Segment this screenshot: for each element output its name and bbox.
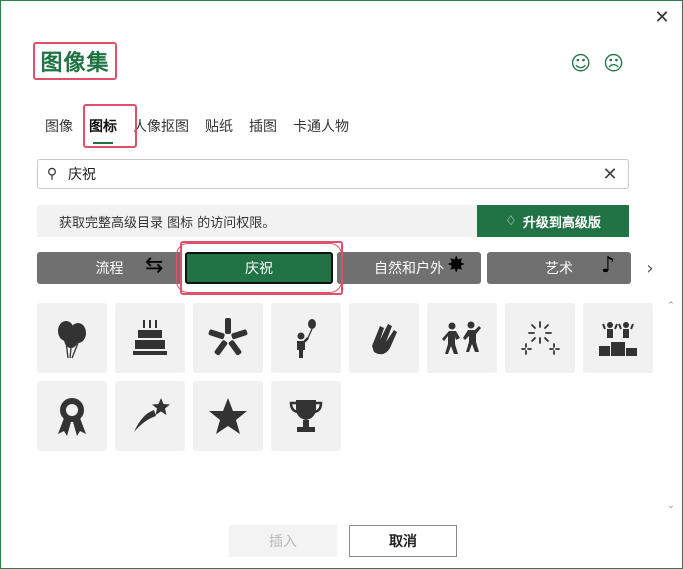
clear-search-button[interactable]: ✕ [592, 164, 628, 185]
dialog-title: 图像集 [33, 42, 117, 80]
tab-cutout-people[interactable]: 人像抠图 [125, 109, 197, 143]
icon-tile[interactable] [349, 303, 419, 373]
tab-icons[interactable]: 图标 [81, 109, 125, 144]
trophy-icon [289, 400, 323, 432]
tab-bar: 图像 图标 人像抠图 贴纸 插图 卡通人物 [37, 104, 357, 148]
close-button[interactable]: ✕ [650, 5, 674, 29]
icon-tile[interactable] [427, 303, 497, 373]
scroll-down-icon[interactable]: ⌄ [667, 501, 675, 511]
tab-images[interactable]: 图像 [37, 109, 81, 143]
category-carousel: 流程 ⇆ 庆祝 自然和户外 ✸ 艺术 ♪ [37, 243, 667, 293]
active-tab-underline [93, 142, 113, 144]
icon-tile[interactable] [583, 303, 653, 373]
next-category-button[interactable]: › [641, 256, 659, 280]
search-input[interactable] [66, 160, 592, 188]
award-ribbon-icon [58, 398, 86, 436]
tab-label: 图像 [45, 119, 73, 135]
category-celebration[interactable]: 庆祝 [176, 243, 342, 293]
upgrade-label: 升级到高级版 [522, 215, 601, 231]
upsell-bar: 获取完整高级目录 图标 的访问权限。 ♢ 升级到高级版 [37, 205, 629, 237]
frown-icon[interactable]: ☹ [603, 51, 624, 75]
tab-cartoon-people[interactable]: 卡通人物 [285, 109, 357, 143]
team-hands-icon [208, 318, 248, 356]
search-box: ⚲ ✕ [37, 159, 629, 189]
clapping-hands-icon [372, 324, 397, 355]
birthday-cake-icon [133, 320, 167, 355]
insert-button[interactable]: 插入 [229, 525, 337, 557]
icon-tile[interactable] [37, 381, 107, 451]
icon-tile[interactable] [193, 381, 263, 451]
category-nature-outdoors[interactable]: 自然和户外 ✸ [337, 252, 481, 284]
smile-icon[interactable]: ☺ [570, 51, 591, 75]
star-icon [209, 398, 247, 434]
feedback-group: ☺ ☹ [570, 51, 624, 75]
dancing-people-icon [442, 321, 481, 354]
tab-illustrations[interactable]: 插图 [241, 109, 285, 143]
icon-tile[interactable] [37, 303, 107, 373]
icon-tile[interactable] [115, 303, 185, 373]
search-icon: ⚲ [46, 166, 58, 182]
splatter-icon: ✸ [447, 253, 466, 278]
icon-tile[interactable] [193, 303, 263, 373]
tab-label: 卡通人物 [293, 119, 349, 135]
balloons-icon [58, 321, 86, 359]
diamond-icon: ♢ [505, 213, 517, 229]
close-icon: ✕ [654, 6, 670, 28]
category-process[interactable]: 流程 ⇆ [37, 252, 182, 284]
cancel-button[interactable]: 取消 [349, 525, 457, 557]
icon-tile[interactable] [505, 303, 575, 373]
category-label: 庆祝 [245, 261, 273, 277]
icon-dialog: ✕ 图像集 ☺ ☹ 图像 图标 人像抠图 贴纸 插图 卡通人物 ⚲ ✕ 获取完整… [0, 0, 683, 569]
tab-label: 插图 [249, 119, 277, 135]
icon-tile[interactable] [115, 381, 185, 451]
chevron-right-icon: › [646, 257, 654, 279]
podium-icon [599, 322, 637, 356]
tab-label: 图标 [89, 119, 117, 135]
person-with-balloon-icon [297, 319, 316, 358]
upsell-message: 获取完整高级目录 图标 的访问权限。 [59, 215, 276, 231]
fireworks-icon [521, 321, 560, 355]
upgrade-button[interactable]: ♢ 升级到高级版 [477, 205, 629, 237]
tab-stickers[interactable]: 贴纸 [197, 109, 241, 143]
category-art[interactable]: 艺术 ♪ [487, 252, 631, 284]
tab-label: 贴纸 [205, 119, 233, 135]
close-icon: ✕ [602, 163, 618, 185]
icon-tile[interactable] [271, 303, 341, 373]
scroll-up-icon[interactable]: ⌃ [667, 301, 675, 311]
swap-arrows-icon: ⇆ [145, 253, 164, 278]
scrollbar[interactable]: ⌃ ⌄ [666, 301, 676, 511]
icon-tile[interactable] [271, 381, 341, 451]
shooting-star-icon [134, 398, 170, 432]
music-note-icon: ♪ [601, 253, 616, 278]
tab-label: 人像抠图 [133, 119, 189, 135]
